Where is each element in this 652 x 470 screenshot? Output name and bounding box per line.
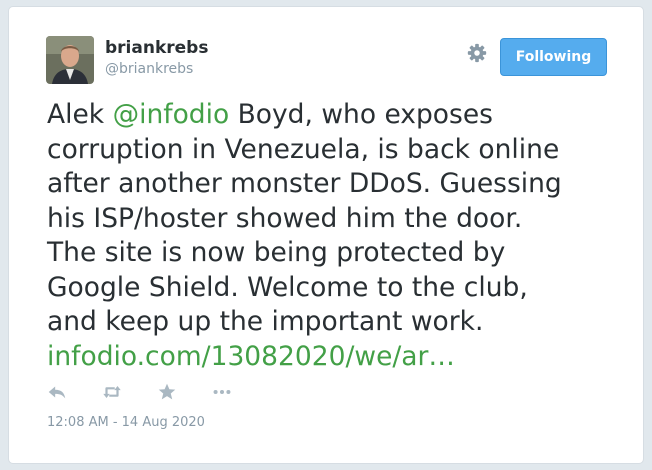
profile-photo-icon — [46, 36, 94, 84]
avatar[interactable] — [46, 36, 94, 84]
tweet-text-segment: Boyd, who exposes — [229, 99, 493, 130]
tweet-line: after another monster DDoS. Guessing — [47, 168, 562, 199]
user-handle[interactable]: @briankrebs — [105, 60, 193, 78]
mention-link[interactable]: @infodio — [113, 99, 230, 130]
tweet-text-segment: Alek — [47, 99, 113, 130]
gear-icon[interactable] — [466, 42, 488, 64]
following-button[interactable]: Following — [500, 38, 607, 76]
tweet-line: The site is now being protected by — [47, 237, 506, 268]
tweet-line: Alek @infodio Boyd, who exposes — [47, 98, 637, 133]
retweet-icon[interactable] — [101, 381, 123, 403]
tweet-card: briankrebs @briankrebs Following Alek @i… — [8, 6, 644, 464]
timestamp[interactable]: 12:08 AM - 14 Aug 2020 — [47, 415, 205, 430]
tweet-line: and keep up the important work. — [47, 306, 484, 337]
more-icon[interactable] — [211, 381, 233, 403]
display-name[interactable]: briankrebs — [105, 38, 208, 58]
tweet-line: his ISP/hoster showed him the door. — [47, 202, 523, 234]
tweet-line: Google Shield. Welcome to the club, — [47, 271, 528, 303]
favorite-icon[interactable] — [156, 381, 178, 403]
url-link[interactable]: infodio.com/13082020/we/ar… — [47, 341, 455, 372]
reply-icon[interactable] — [46, 381, 68, 403]
tweet-text: Alek @infodio Boyd, who exposes corrupti… — [47, 98, 637, 374]
tweet-line: infodio.com/13082020/we/ar… — [47, 340, 637, 375]
tweet-line: corruption in Venezuela, is back online — [47, 133, 560, 165]
